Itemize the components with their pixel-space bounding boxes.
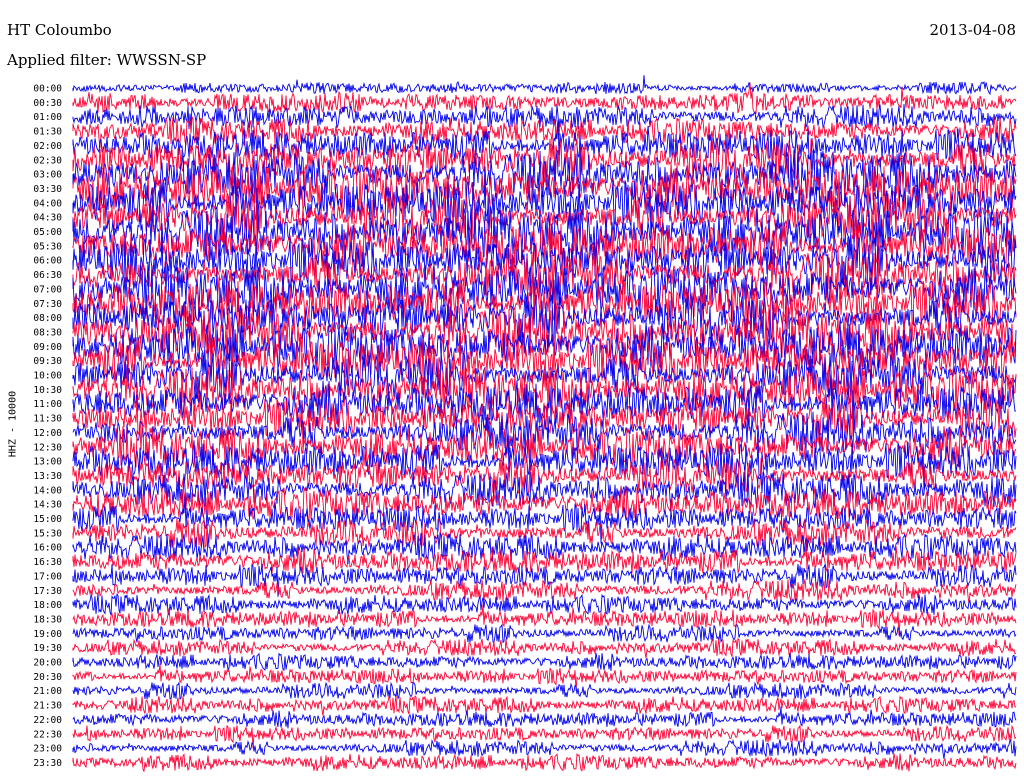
time-tick-label: 11:00: [33, 399, 62, 410]
time-tick-label: 12:30: [33, 442, 62, 453]
time-tick-label: 19:00: [33, 629, 62, 640]
time-tick-label: 08:30: [33, 327, 62, 338]
time-tick-label: 08:00: [33, 313, 62, 324]
time-tick-label: 13:30: [33, 471, 62, 482]
time-tick-label: 16:00: [33, 543, 62, 554]
time-tick-label: 20:30: [33, 672, 62, 683]
trace-line: [72, 738, 1017, 759]
trace-line: [72, 637, 1017, 659]
time-tick-label: 06:30: [33, 270, 62, 281]
time-tick-label: 01:00: [33, 112, 62, 123]
time-tick-label: 14:30: [33, 500, 62, 511]
trace-line: [72, 103, 1017, 130]
time-tick-label: 03:30: [33, 184, 62, 195]
time-tick-label: 02:30: [33, 155, 62, 166]
trace-line: [72, 706, 1017, 729]
trace-line: [72, 623, 1017, 644]
time-tick-label: 09:30: [33, 356, 62, 367]
time-tick-label: 21:00: [33, 686, 62, 697]
time-tick-label: 22:00: [33, 715, 62, 726]
time-tick-label: 23:00: [33, 744, 62, 755]
time-tick-label: 17:00: [33, 571, 62, 582]
time-tick-label: 12:00: [33, 428, 62, 439]
trace-line: [72, 752, 1017, 772]
time-tick-label: 03:00: [33, 170, 62, 181]
time-tick-label: 17:30: [33, 586, 62, 597]
time-tick-label: 18:00: [33, 600, 62, 611]
trace-line: [72, 652, 1017, 672]
time-tick-label: 04:30: [33, 213, 62, 224]
trace-line: [72, 695, 1017, 716]
time-tick-label: 09:00: [33, 342, 62, 353]
time-tick-label: 05:00: [33, 227, 62, 238]
time-tick-label: 00:00: [33, 84, 62, 95]
time-tick-label: 23:30: [33, 758, 62, 769]
time-tick-label: 10:00: [33, 371, 62, 382]
trace-line: [72, 75, 1017, 96]
trace-line: [72, 681, 1017, 700]
time-tick-label: 05:30: [33, 241, 62, 252]
time-tick-label: 15:30: [33, 528, 62, 539]
time-tick-label: 01:30: [33, 127, 62, 138]
time-tick-label: 11:30: [33, 414, 62, 425]
time-tick-label: 22:30: [33, 729, 62, 740]
time-tick-label: 10:30: [33, 385, 62, 396]
trace-line: [72, 563, 1017, 597]
time-tick-label: 07:30: [33, 299, 62, 310]
time-tick-label: 15:00: [33, 514, 62, 525]
trace-line: [72, 518, 1017, 549]
time-tick-label: 14:00: [33, 485, 62, 496]
time-tick-label: 16:30: [33, 557, 62, 568]
trace-line: [72, 724, 1017, 749]
time-tick-label: 20:00: [33, 658, 62, 669]
seismogram-plot: 00:00 00:30 01:00 01:30 02:00 02:30 03:00 03:30…: [33, 75, 1017, 772]
time-tick-label: 02:00: [33, 141, 62, 152]
trace-line: [72, 593, 1017, 616]
time-tick-label: 04:00: [33, 198, 62, 209]
time-tick-label: 13:00: [33, 457, 62, 468]
time-tick-label: 21:30: [33, 701, 62, 712]
time-tick-label: 00:30: [33, 98, 62, 109]
time-tick-label: 19:30: [33, 643, 62, 654]
time-tick-label: 18:30: [33, 614, 62, 625]
time-tick-label: 06:00: [33, 256, 62, 267]
time-tick-label: 07:00: [33, 284, 62, 295]
